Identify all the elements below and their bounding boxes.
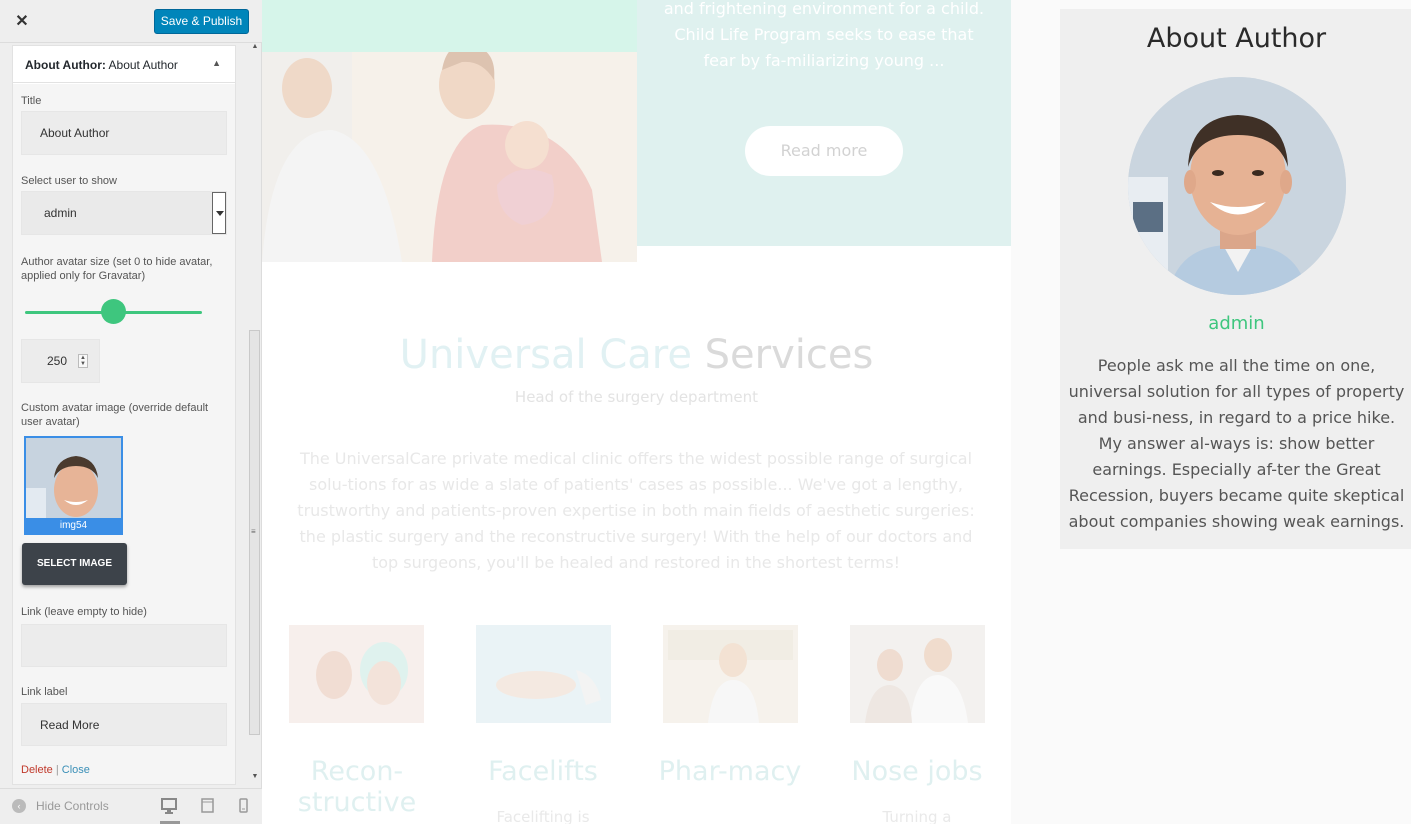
service-image-facelifts[interactable] (476, 625, 611, 723)
actions-separator: | (55, 764, 59, 776)
author-name-link[interactable]: admin (1060, 313, 1411, 334)
image-caption: img54 (26, 518, 121, 533)
delete-link[interactable]: Delete (21, 764, 53, 776)
services-title-highlight: Universal Care (399, 332, 692, 378)
services-description: The UniversalCare private medical clinic… (297, 449, 975, 572)
customizer-header: ✕ Save & Publish (0, 0, 262, 43)
save-publish-button[interactable]: Save & Publish (154, 9, 249, 34)
services-title: Universal Care Services (262, 332, 1011, 378)
hide-controls-label: Hide Controls (36, 799, 109, 813)
author-photo-icon (1128, 77, 1346, 295)
close-customizer-icon[interactable]: ✕ (10, 10, 34, 34)
custom-avatar-thumbnail[interactable]: img54 (24, 436, 123, 535)
title-input[interactable]: About Author (21, 111, 227, 155)
select-user-value: admin (44, 206, 77, 220)
collapse-caret-icon[interactable]: ▲ (212, 58, 221, 68)
hide-controls-icon: ‹ (12, 799, 26, 813)
hero-text: and frightening environment for a child.… (663, 0, 985, 70)
service-title-reconstructive[interactable]: Recon-structive (282, 756, 432, 818)
title-label: Title (21, 95, 42, 107)
widget-type-label: About Author: (25, 58, 106, 72)
link-label: Link (leave empty to hide) (21, 606, 147, 618)
widget-panel-header[interactable]: About Author: About Author ▲ (13, 46, 235, 83)
dropdown-arrow-icon[interactable] (212, 192, 226, 234)
service-text-facelifts: Facelifting is (496, 808, 590, 824)
widget-settings-panel: About Author: About Author ▲ Title About… (12, 45, 236, 785)
custom-avatar-label: Custom avatar image (override default us… (21, 402, 209, 428)
author-bio: People ask me all the time on one, unive… (1068, 356, 1405, 531)
select-image-button[interactable]: SELECT IMAGE (22, 543, 127, 585)
services-subtitle: Head of the surgery department (514, 388, 759, 406)
services-title-rest: Services (704, 332, 874, 378)
scroll-up-arrow-icon[interactable]: ▲ (250, 43, 260, 53)
customizer-sidebar: ✕ Save & Publish About Author: About Aut… (0, 0, 262, 824)
hero-accent-band (262, 0, 637, 52)
tablet-preview-icon[interactable] (198, 797, 218, 817)
widget-title-label: About Author (108, 58, 178, 72)
customizer-footer: ‹ Hide Controls (0, 788, 262, 824)
scroll-down-arrow-icon[interactable]: ▼ (250, 773, 260, 783)
site-preview: and frightening environment for a child.… (262, 0, 1411, 824)
about-author-widget: About Author admin People ask me all the… (1060, 9, 1411, 549)
widget-form: Title About Author Select user to show a… (13, 84, 235, 784)
number-spinner-icon[interactable]: ▲ ▼ (78, 354, 88, 368)
mobile-preview-icon[interactable] (236, 797, 256, 817)
scroll-grip-icon: ≡ (251, 527, 256, 536)
service-image-nose-jobs[interactable] (850, 625, 985, 723)
author-avatar (1128, 77, 1346, 295)
select-user-label: Select user to show (21, 175, 117, 187)
service-image-reconstructive[interactable] (289, 625, 424, 723)
service-text-nose-jobs: Turning a (882, 808, 952, 824)
hide-controls-button[interactable]: ‹ Hide Controls (12, 799, 109, 813)
service-title-nose-jobs[interactable]: Nose jobs (842, 756, 992, 787)
service-title-facelifts[interactable]: Facelifts (468, 756, 618, 787)
close-link[interactable]: Close (62, 764, 90, 776)
service-title-pharmacy[interactable]: Phar-macy (655, 756, 805, 787)
link-input[interactable] (21, 624, 227, 667)
avatar-size-slider-handle[interactable] (101, 299, 126, 324)
sidebar-scrollbar[interactable]: ≡ (249, 330, 260, 735)
select-user-dropdown[interactable]: admin (21, 191, 227, 235)
link-label-label: Link label (21, 686, 68, 698)
avatar-size-value: 250 (47, 354, 68, 368)
desktop-preview-icon[interactable] (160, 797, 180, 824)
widget-heading: About Author (1146, 23, 1327, 54)
link-label-input[interactable]: Read More (21, 703, 227, 746)
read-more-button[interactable]: Read more (745, 126, 903, 176)
avatar-size-number-input[interactable]: 250 ▲ ▼ (21, 339, 100, 383)
avatar-size-label: Author avatar size (set 0 to hide avatar… (21, 256, 213, 282)
widget-actions: Delete | Close (21, 764, 90, 776)
service-image-pharmacy[interactable] (663, 625, 798, 723)
